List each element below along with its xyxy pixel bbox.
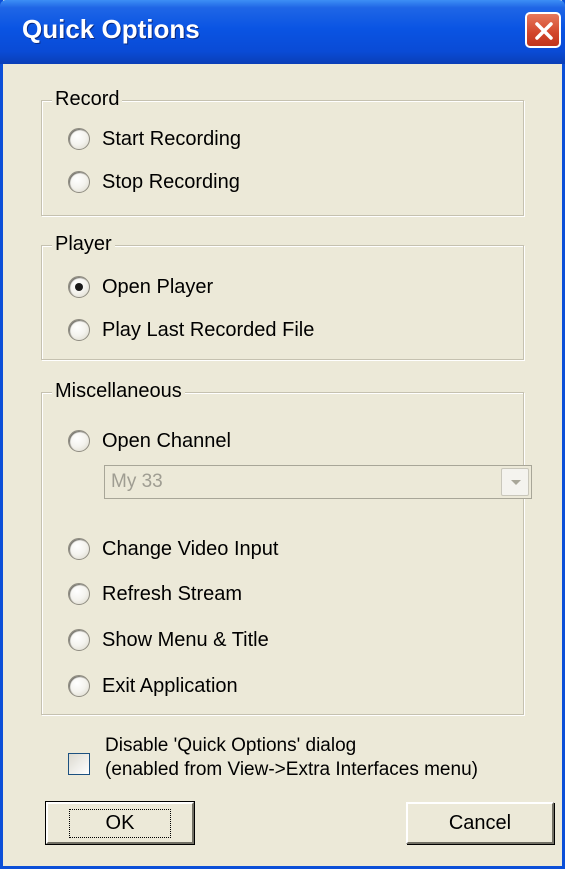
window-title: Quick Options [22, 14, 200, 44]
radio-button[interactable] [68, 675, 90, 697]
radio-exit-application[interactable]: Exit Application [68, 672, 238, 700]
miscellaneous-group: Miscellaneous Open Channel My 33 Change … [41, 380, 532, 715]
radio-button[interactable] [68, 276, 90, 298]
radio-button[interactable] [68, 538, 90, 560]
radio-label: Stop Recording [102, 170, 240, 193]
radio-label: Play Last Recorded File [102, 318, 315, 341]
radio-label: Exit Application [102, 674, 238, 697]
radio-button[interactable] [68, 128, 90, 150]
radio-button[interactable] [68, 319, 90, 341]
radio-play-last-recorded[interactable]: Play Last Recorded File [68, 316, 314, 344]
radio-label: Refresh Stream [102, 582, 243, 605]
channel-select-value: My 33 [111, 471, 163, 492]
cancel-button[interactable]: Cancel [406, 802, 554, 844]
close-button[interactable] [525, 12, 561, 48]
record-legend: Record [52, 88, 123, 111]
radio-show-menu-title[interactable]: Show Menu & Title [68, 626, 269, 654]
close-icon [535, 22, 553, 40]
ok-button[interactable]: OK [45, 801, 195, 845]
radio-change-video-input[interactable]: Change Video Input [68, 535, 278, 563]
radio-open-channel[interactable]: Open Channel [68, 427, 231, 455]
channel-select[interactable]: My 33 [104, 465, 532, 499]
radio-label: Open Player [102, 275, 214, 298]
radio-button[interactable] [68, 629, 90, 651]
cancel-button-label: Cancel [448, 811, 512, 834]
radio-button[interactable] [68, 583, 90, 605]
radio-label: Start Recording [102, 127, 241, 150]
player-group: Player Open Player Play Last Recorded Fi… [41, 233, 524, 360]
radio-label: Open Channel [102, 429, 231, 452]
record-group: Record Start Recording Stop Recording [41, 88, 524, 216]
radio-button[interactable] [68, 171, 90, 193]
disable-quick-options-checkbox[interactable] [68, 753, 90, 775]
quick-options-window: Quick Options Record Start Recording Sto… [0, 0, 565, 869]
ok-button-label: OK [68, 808, 172, 838]
chevron-down-icon [511, 480, 521, 485]
radio-button[interactable] [68, 430, 90, 452]
radio-stop-recording[interactable]: Stop Recording [68, 168, 240, 196]
radio-refresh-stream[interactable]: Refresh Stream [68, 580, 242, 608]
dropdown-button[interactable] [501, 468, 529, 496]
radio-open-player[interactable]: Open Player [68, 273, 213, 301]
disable-checkbox-hint: (enabled from View->Extra Interfaces men… [105, 759, 478, 780]
radio-start-recording[interactable]: Start Recording [68, 125, 241, 153]
radio-label: Change Video Input [102, 537, 279, 560]
disable-checkbox-label: Disable 'Quick Options' dialog [105, 735, 357, 756]
title-bar[interactable]: Quick Options [0, 0, 565, 64]
player-legend: Player [52, 233, 115, 256]
miscellaneous-legend: Miscellaneous [52, 380, 185, 403]
radio-label: Show Menu & Title [102, 628, 269, 651]
